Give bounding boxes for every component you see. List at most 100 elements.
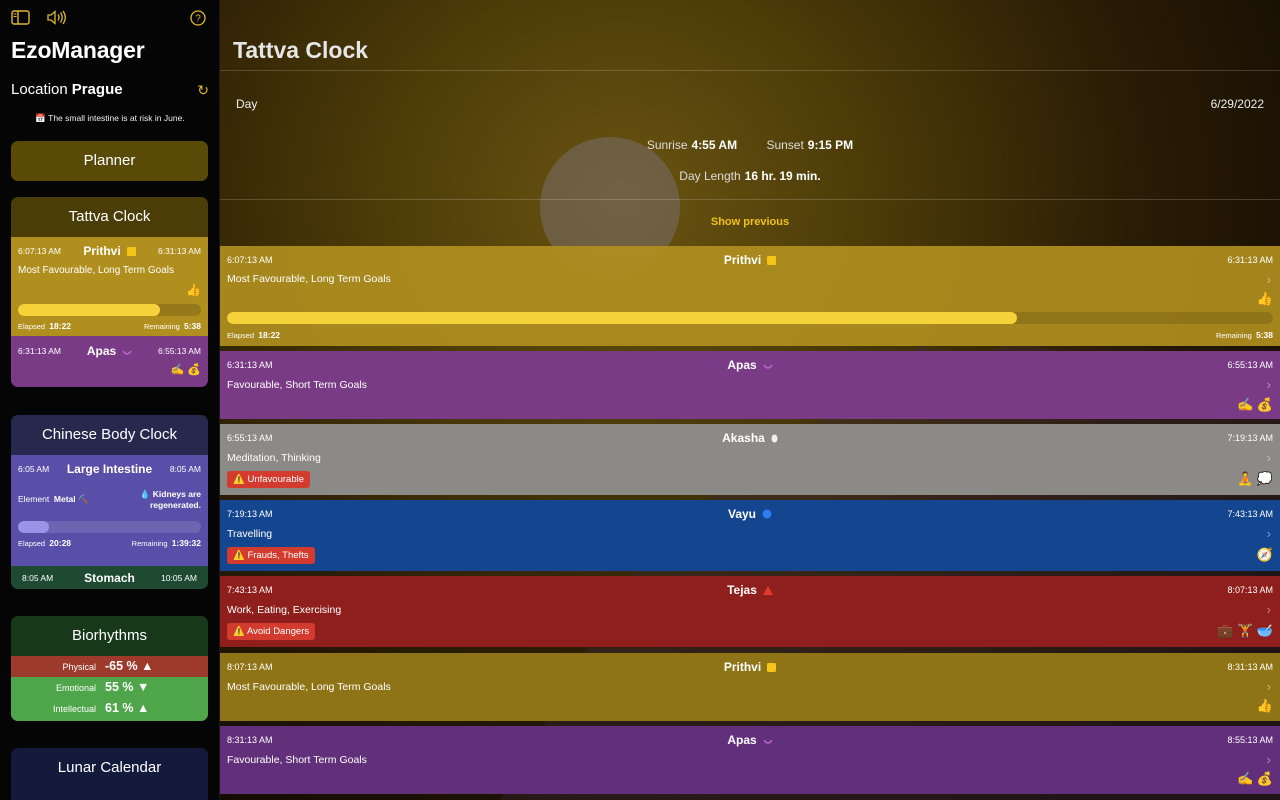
tattva-description: Favourable, Short Term Goals	[227, 379, 367, 391]
calendar-icon: 📅	[35, 113, 46, 123]
biorhythm-label: Intellectual	[52, 704, 96, 714]
organ-note: 💧 Kidneys are regenerated.	[139, 489, 201, 510]
tattva-row[interactable]: 6:31:13 AM Apas 6:55:13 AM Favourable, S…	[220, 351, 1280, 419]
activity-icons: ✍️ 💰	[170, 364, 201, 376]
tattva-row-current[interactable]: 6:07:13 AM Prithvi 6:31:13 AM Most Favou…	[220, 246, 1280, 346]
tattva-name: Akasha	[220, 431, 1280, 446]
tattva-name: Apas	[220, 733, 1280, 748]
remaining: Remaining 5:38	[1215, 330, 1273, 340]
app-title: EzoManager	[11, 37, 145, 63]
activity-icons: 💼 🏋️ 🥣	[1217, 623, 1273, 638]
warning-icon: ⚠️	[233, 550, 245, 561]
moon-icon	[763, 359, 773, 373]
thumbs-up-icon: 👍	[1256, 698, 1273, 713]
card-title: Lunar Calendar	[57, 759, 162, 776]
tattva-clock-card[interactable]: Tattva Clock 6:07:13 AM Prithvi 6:31:13 …	[11, 197, 208, 387]
compass-icon: 🧭	[1256, 547, 1273, 562]
chevron-right-icon[interactable]: ›	[1267, 679, 1271, 694]
tattva-description: Meditation, Thinking	[227, 452, 321, 464]
warning-badge: ⚠️ Unfavourable	[227, 471, 310, 488]
sunrise-value: 4:55 AM	[691, 138, 738, 152]
tattva-row[interactable]: 7:43:13 AM Tejas 8:07:13 AM Work, Eating…	[220, 576, 1280, 647]
end-time: 8:31:13 AM	[1227, 662, 1273, 672]
show-previous-button[interactable]: Show previous	[220, 216, 1280, 228]
chevron-right-icon[interactable]: ›	[1267, 602, 1271, 617]
warning-icon: ⚠️	[233, 474, 245, 485]
next-organ: 8:05 AM Stomach 10:05 AM	[11, 566, 208, 589]
biorhythm-label: Emotional	[55, 683, 96, 693]
biorhythms-card[interactable]: Biorhythms Physical -65 % ▲ Emotional 55…	[11, 616, 208, 721]
elapsed: Elapsed 18:22	[227, 330, 281, 340]
end-time: 7:19:13 AM	[1227, 433, 1273, 443]
help-icon[interactable]: ?	[188, 9, 207, 26]
biorhythm-value: 61 % ▲	[105, 701, 150, 715]
end-time: 8:55:13 AM	[1227, 735, 1273, 745]
tattva-description: Work, Eating, Exercising	[227, 604, 342, 616]
end-time: 10:05 AM	[161, 573, 197, 583]
moon-icon	[122, 345, 132, 359]
chevron-right-icon[interactable]: ›	[1267, 272, 1271, 287]
end-time: 6:55:13 AM	[1227, 360, 1273, 370]
location-label: Location	[11, 81, 68, 98]
tattva-description: Most Favourable, Long Term Goals	[227, 273, 391, 285]
end-time: 6:31:13 AM	[1227, 255, 1273, 265]
tattva-name: Vayu	[220, 507, 1280, 522]
notice: 📅 The small intestine is at risk in June…	[0, 113, 219, 124]
tattva-row[interactable]: 8:31:13 AM Apas 8:55:13 AM Favourable, S…	[220, 726, 1280, 794]
moon-icon	[763, 734, 773, 748]
element: Element Metal ⛏️	[18, 494, 89, 504]
tattva-name: Tejas	[220, 583, 1280, 598]
circle-icon	[762, 508, 772, 522]
svg-text:?: ?	[195, 13, 201, 24]
refresh-icon[interactable]: ↻	[197, 82, 209, 99]
tattva-row[interactable]: 7:19:13 AM Vayu 7:43:13 AM Travelling ⚠️…	[220, 500, 1280, 571]
tattva-row[interactable]: 8:07:13 AM Prithvi 8:31:13 AM Most Favou…	[220, 653, 1280, 721]
speaker-icon[interactable]	[46, 9, 68, 26]
tattva-progress	[18, 304, 201, 316]
egg-icon	[771, 432, 778, 446]
tattva-description: Most Favourable, Long Term Goals	[227, 681, 391, 693]
card-title: Biorhythms	[71, 627, 148, 644]
card-title: Tattva Clock	[68, 208, 151, 225]
day-length: Day Length 16 hr. 19 min.	[679, 169, 821, 183]
warning-icon: ⚠️	[233, 626, 245, 637]
next-tattva: 6:31:13 AM Apas 6:55:13 AM ✍️ 💰	[11, 336, 208, 387]
chinese-body-clock-card[interactable]: Chinese Body Clock 6:05 AM Large Intesti…	[11, 415, 208, 589]
sidebar: ? EzoManager Location Prague ↻ 📅 The smal…	[0, 0, 220, 800]
lunar-calendar-card[interactable]: Lunar Calendar	[11, 748, 208, 800]
biorhythm-physical: Physical -65 % ▲	[11, 656, 208, 677]
chevron-right-icon[interactable]: ›	[1267, 377, 1271, 392]
square-icon	[767, 254, 777, 268]
current-tattva: 6:07:13 AM Prithvi 6:31:13 AM Most Favou…	[11, 237, 208, 336]
chevron-right-icon[interactable]: ›	[1267, 450, 1271, 465]
location-value[interactable]: Prague	[72, 81, 123, 98]
warning-badge: ⚠️ Avoid Dangers	[227, 623, 316, 640]
chevron-right-icon[interactable]: ›	[1267, 752, 1271, 767]
biorhythm-intellectual: Intellectual 61 % ▲	[11, 698, 208, 721]
tattva-name: Prithvi	[220, 253, 1280, 268]
sunset-value: 9:15 PM	[807, 138, 854, 152]
sidebar-toolbar: ?	[11, 9, 207, 27]
main-content: Tattva Clock Day 6/29/2022 Sunrise 4:55 A…	[220, 0, 1280, 800]
chevron-right-icon[interactable]: ›	[1267, 526, 1271, 541]
end-time: 6:31:13 AM	[157, 246, 201, 256]
end-time: 8:05 AM	[169, 464, 201, 474]
end-time: 7:43:13 AM	[1227, 509, 1273, 519]
biorhythm-label: Physical	[62, 662, 96, 672]
trend-up-icon: ▲	[136, 701, 150, 715]
biorhythm-value: 55 % ▼	[105, 680, 150, 694]
tattva-description: Most Favourable, Long Term Goals	[18, 265, 175, 276]
current-organ: 6:05 AM Large Intestine 8:05 AM Element …	[11, 455, 208, 566]
day-length-value: 16 hr. 19 min.	[744, 169, 821, 183]
trend-down-icon: ▼	[136, 680, 150, 694]
activity-icons: ✍️ 💰	[1237, 397, 1273, 412]
organ-progress	[18, 521, 201, 533]
thumbs-up-icon: 👍	[186, 283, 201, 297]
warning-badge: ⚠️ Frauds, Thefts	[227, 547, 315, 564]
sidebar-toggle-icon[interactable]	[11, 9, 30, 26]
remaining: Remaining 1:39:32	[131, 538, 201, 548]
location: Location Prague ↻	[11, 81, 209, 98]
planner-button[interactable]: Planner	[11, 141, 208, 181]
page-title: Tattva Clock	[233, 37, 369, 63]
tattva-row[interactable]: 6:55:13 AM Akasha 7:19:13 AM Meditation,…	[220, 424, 1280, 495]
